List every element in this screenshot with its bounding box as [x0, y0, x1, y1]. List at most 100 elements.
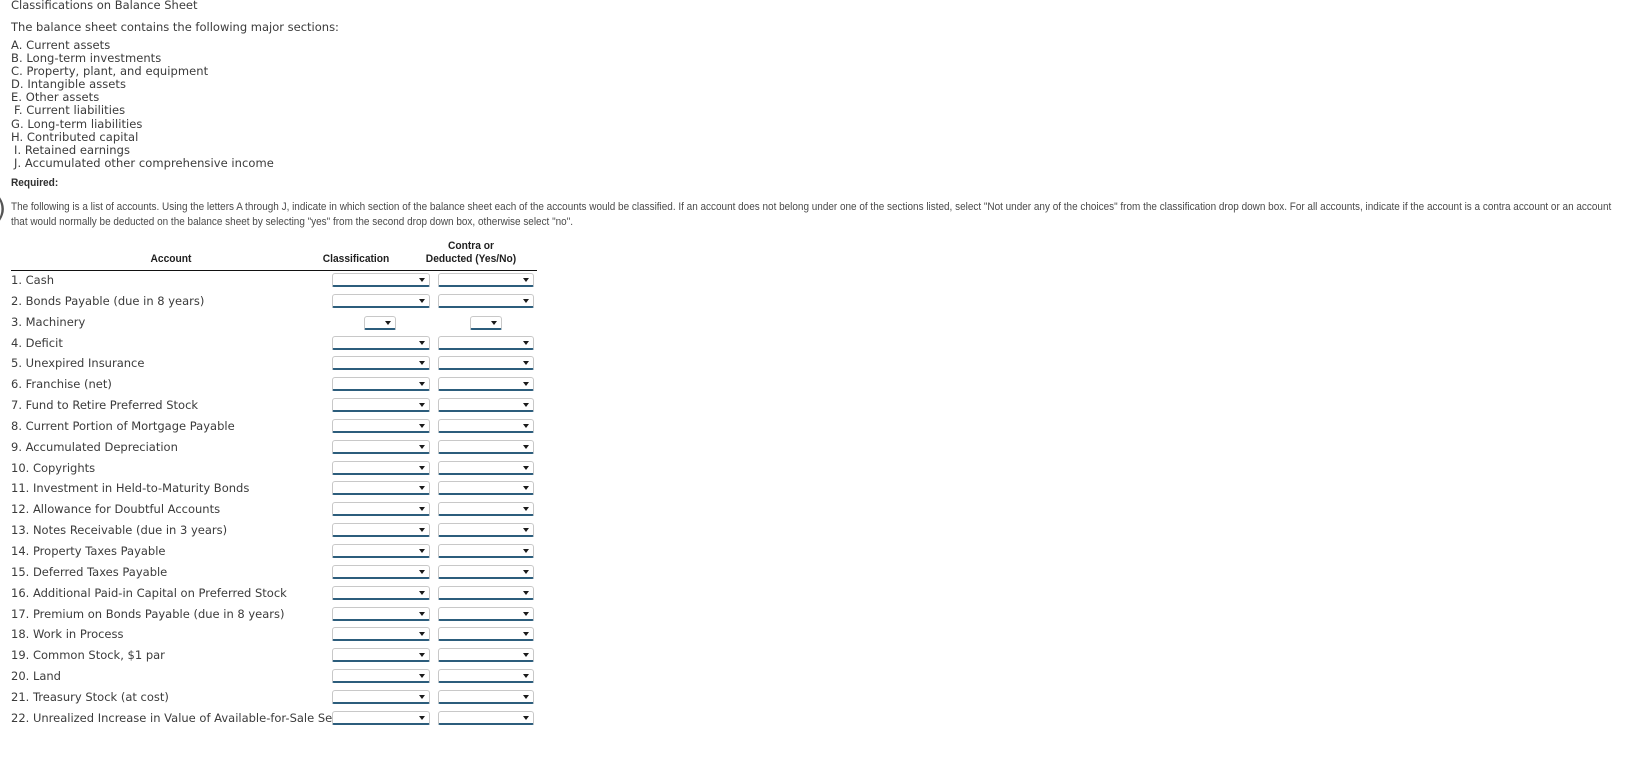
- account-name-label: 8. Current Portion of Mortgage Payable: [11, 418, 235, 433]
- contra-deducted-dropdown[interactable]: [438, 710, 534, 725]
- classification-dropdown[interactable]: [364, 315, 396, 330]
- contra-deducted-dropdown[interactable]: [438, 439, 534, 454]
- balance-sheet-section-item: F. Current liabilities: [14, 103, 126, 118]
- contra-deducted-dropdown[interactable]: [470, 315, 502, 330]
- contra-deducted-dropdown[interactable]: [438, 293, 534, 308]
- chevron-down-icon: [419, 674, 425, 679]
- chevron-down-icon: [419, 528, 425, 533]
- table-header-divider: [11, 270, 537, 271]
- classification-dropdown[interactable]: [332, 439, 430, 454]
- contra-deducted-dropdown[interactable]: [438, 398, 534, 413]
- chevron-down-icon: [523, 590, 529, 595]
- classification-dropdown[interactable]: [332, 502, 430, 517]
- contra-deducted-dropdown[interactable]: [438, 543, 534, 558]
- chevron-down-icon: [523, 382, 529, 387]
- contra-deducted-dropdown[interactable]: [438, 481, 534, 496]
- chevron-down-icon: [523, 486, 529, 491]
- account-name-label: 2. Bonds Payable (due in 8 years): [11, 293, 205, 308]
- contra-deducted-dropdown[interactable]: [438, 564, 534, 579]
- classification-dropdown[interactable]: [332, 273, 430, 287]
- chevron-down-icon: [419, 611, 425, 616]
- classification-dropdown[interactable]: [332, 648, 430, 663]
- classification-dropdown[interactable]: [332, 481, 430, 496]
- classification-dropdown[interactable]: [332, 543, 430, 558]
- table-row: 7. Fund to Retire Preferred Stock: [11, 397, 537, 418]
- table-row: 2. Bonds Payable (due in 8 years): [11, 293, 537, 314]
- contra-deducted-dropdown[interactable]: [438, 689, 534, 704]
- account-name-label: 7. Fund to Retire Preferred Stock: [11, 398, 199, 413]
- table-row: 21. Treasury Stock (at cost): [11, 689, 537, 710]
- chevron-down-icon: [523, 361, 529, 366]
- classification-dropdown[interactable]: [332, 689, 430, 704]
- chevron-down-icon: [419, 444, 425, 449]
- contra-deducted-dropdown[interactable]: [438, 648, 534, 663]
- chevron-down-icon: [523, 569, 529, 574]
- classification-dropdown[interactable]: [332, 627, 430, 642]
- account-name-label: 9. Accumulated Depreciation: [11, 439, 178, 454]
- accounts-table: Account Classification Contra or Deducte…: [11, 238, 537, 270]
- contra-deducted-dropdown[interactable]: [438, 418, 534, 433]
- chevron-down-icon: [419, 715, 425, 720]
- chevron-down-icon: [419, 548, 425, 553]
- account-name-label: 6. Franchise (net): [11, 377, 112, 392]
- table-row: 3. Machinery: [11, 314, 537, 335]
- classification-dropdown[interactable]: [332, 710, 430, 725]
- chevron-down-icon: [523, 694, 529, 699]
- required-label: Required:: [11, 177, 59, 189]
- chevron-down-icon: [523, 298, 529, 303]
- classification-dropdown[interactable]: [332, 564, 430, 579]
- classification-dropdown[interactable]: [332, 377, 430, 392]
- classification-dropdown[interactable]: [332, 398, 430, 413]
- account-name-label: 19. Common Stock, $1 par: [11, 648, 165, 663]
- classification-dropdown[interactable]: [332, 606, 430, 621]
- classification-dropdown[interactable]: [332, 523, 430, 538]
- contra-deducted-dropdown[interactable]: [438, 377, 534, 392]
- chevron-down-icon: [523, 653, 529, 658]
- account-name-label: 4. Deficit: [11, 335, 63, 350]
- chevron-down-icon: [523, 465, 529, 470]
- contra-deducted-dropdown[interactable]: [438, 273, 534, 287]
- chevron-down-icon: [419, 507, 425, 512]
- contra-deducted-dropdown[interactable]: [438, 523, 534, 538]
- chevron-down-icon: [523, 548, 529, 553]
- classification-dropdown[interactable]: [332, 460, 430, 475]
- chevron-down-icon: [523, 528, 529, 533]
- classification-dropdown[interactable]: [332, 293, 430, 308]
- contra-deducted-dropdown[interactable]: [438, 502, 534, 517]
- chevron-down-icon: [523, 611, 529, 616]
- contra-deducted-dropdown[interactable]: [438, 356, 534, 371]
- contra-deducted-dropdown[interactable]: [438, 335, 534, 350]
- column-header-contra-deducted: Contra or Deducted (Yes/No): [401, 240, 541, 265]
- table-row: 5. Unexpired Insurance: [11, 355, 537, 376]
- balance-sheet-section-item: H. Contributed capital: [11, 129, 139, 144]
- chevron-down-icon: [419, 278, 425, 282]
- classification-dropdown[interactable]: [332, 356, 430, 371]
- classification-dropdown[interactable]: [332, 585, 430, 600]
- contra-deducted-dropdown[interactable]: [438, 585, 534, 600]
- classification-dropdown[interactable]: [332, 418, 430, 433]
- table-row: 22. Unrealized Increase in Value of Avai…: [11, 710, 537, 731]
- chevron-down-icon: [523, 444, 529, 449]
- account-name-label: 13. Notes Receivable (due in 3 years): [11, 523, 228, 538]
- contra-deducted-dropdown[interactable]: [438, 460, 534, 475]
- accounts-table-body: 1. Cash 2. Bonds Payable (due in 8 years)…: [11, 272, 537, 731]
- chevron-down-icon: [523, 423, 529, 428]
- classification-dropdown[interactable]: [332, 669, 430, 684]
- chevron-down-icon: [523, 403, 529, 408]
- chevron-down-icon: [419, 569, 425, 574]
- table-row: 18. Work in Process: [11, 626, 537, 647]
- contra-deducted-dropdown[interactable]: [438, 669, 534, 684]
- balance-sheet-section-item: I. Retained earnings: [14, 142, 131, 157]
- contra-deducted-dropdown[interactable]: [438, 606, 534, 621]
- account-name-label: 3. Machinery: [11, 314, 86, 329]
- chevron-down-icon: [419, 403, 425, 408]
- chevron-down-icon: [419, 361, 425, 366]
- table-row: 14. Property Taxes Payable: [11, 543, 537, 564]
- chevron-down-icon: [419, 653, 425, 658]
- contra-deducted-dropdown[interactable]: [438, 627, 534, 642]
- table-row: 11. Investment in Held-to-Maturity Bonds: [11, 480, 537, 501]
- classification-dropdown[interactable]: [332, 335, 430, 350]
- chevron-down-icon: [419, 694, 425, 699]
- table-row: 12. Allowance for Doubtful Accounts: [11, 501, 537, 522]
- column-header-account: Account: [150, 253, 192, 265]
